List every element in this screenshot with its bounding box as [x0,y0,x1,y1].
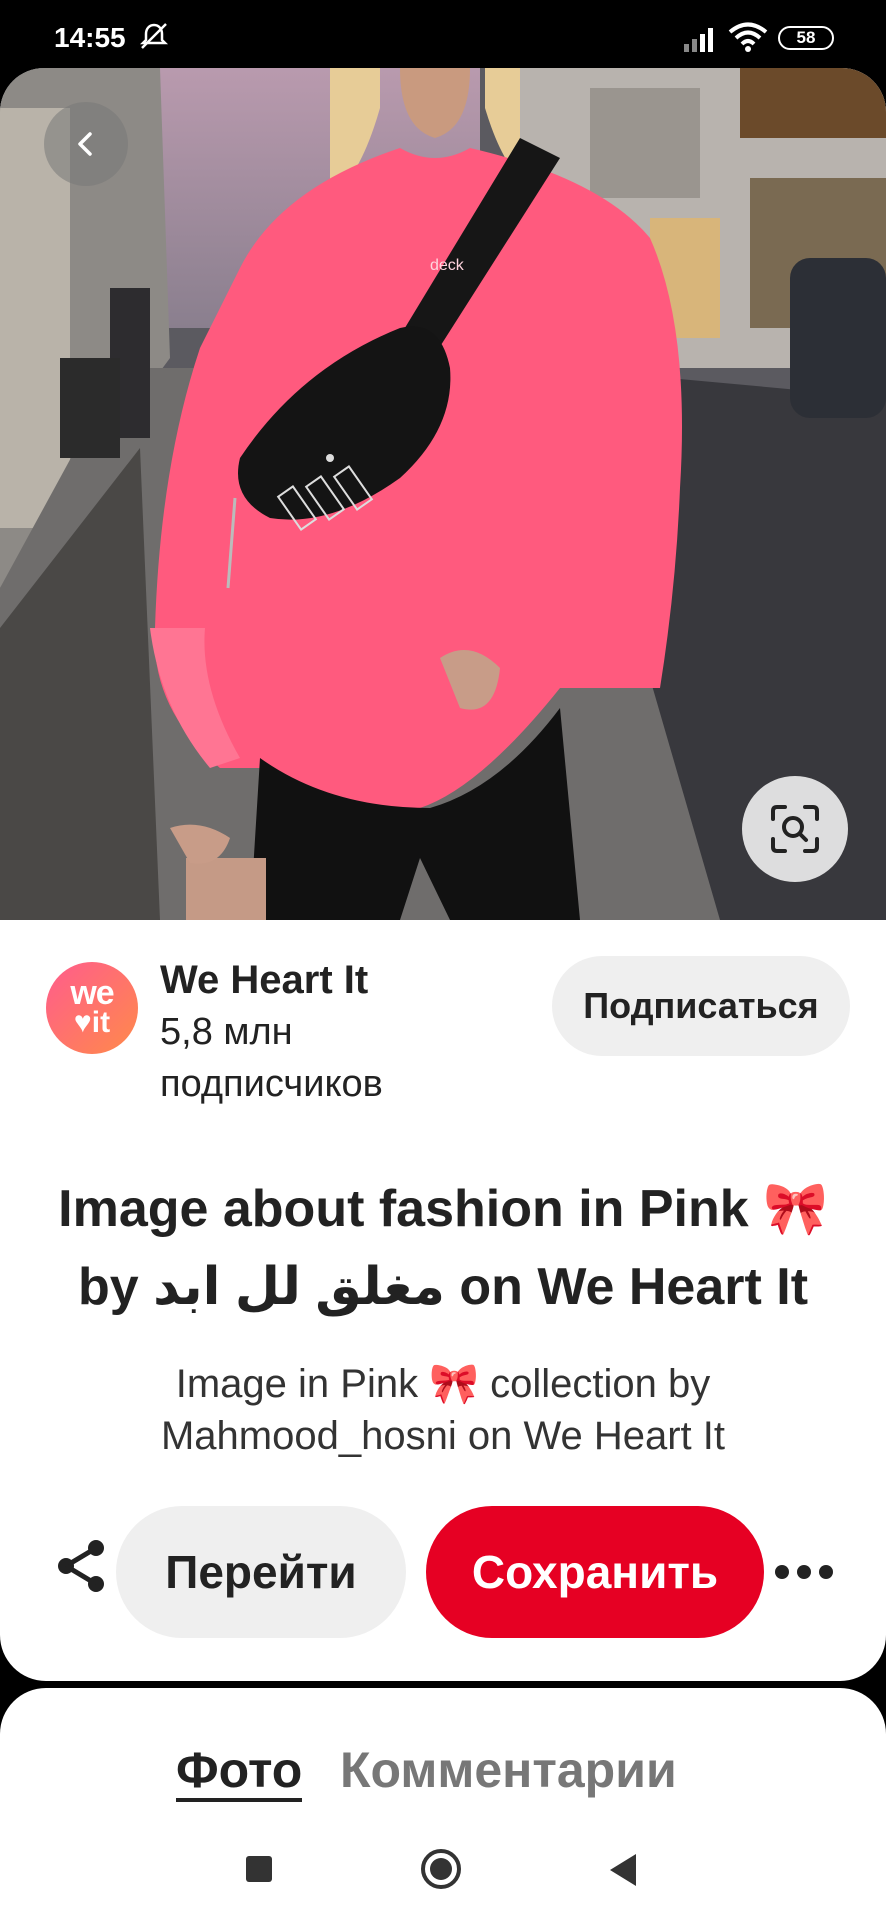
nav-back-icon[interactable] [606,1852,640,1888]
pin-description: Image in Pink 🎀 collection by Mahmood_ho… [60,1358,826,1462]
recents-icon[interactable] [246,1856,272,1882]
author-row: we ♥it We Heart It 5,8 млн подписчиков П… [46,890,850,1105]
avatar-logo-it: ♥it [73,1006,111,1039]
visual-search-button[interactable] [742,776,848,882]
status-bar: 14:55 58 [0,0,886,70]
tab-photo[interactable]: Фото [176,1742,303,1802]
back-icon [78,132,92,156]
more-options-icon[interactable] [772,1558,836,1586]
pin-image[interactable]: deck [0,68,886,920]
author-name[interactable]: We Heart It [160,958,368,1003]
system-nav-bar [0,1818,886,1920]
save-button[interactable]: Сохранить [426,1506,764,1638]
share-icon[interactable] [54,1536,108,1596]
photo-illustration: deck [0,68,886,920]
visit-button[interactable]: Перейти [116,1506,406,1638]
pin-card: deck we ♥it We Heart It 5,8 млн подписчи… [0,68,886,1681]
signal-icon [684,28,713,52]
bell-muted-icon [139,23,169,49]
visual-search-icon [771,805,819,853]
pin-title-line-2: by مغلق لل ابد on We Heart It [77,1258,809,1316]
avatar-logo-we: we [70,974,114,1012]
wifi-icon [728,22,768,52]
battery-icon: 58 [778,26,834,50]
tab-comments[interactable]: Комментарии [340,1742,677,1798]
pin-description-line-1: Image in Pink 🎀 collection by [175,1362,711,1406]
back-button[interactable] [44,102,128,186]
shirt-print: deck [430,257,465,274]
pin-title-line-1: Image about fashion in Pink 🎀 [58,1180,828,1238]
pin-title: Image about fashion in Pink 🎀 by مغلق لل… [30,1170,856,1326]
status-time: 14:55 [54,22,126,53]
subscriber-count: 5,8 млн подписчиков [160,1011,383,1105]
home-icon[interactable] [420,1848,462,1890]
follow-button[interactable]: Подписаться [552,956,850,1056]
pin-description-line-2: Mahmood_hosni on We Heart It [160,1414,725,1458]
details-sheet: Фото Комментарии [0,1688,886,1819]
avatar[interactable]: we ♥it [46,962,138,1054]
